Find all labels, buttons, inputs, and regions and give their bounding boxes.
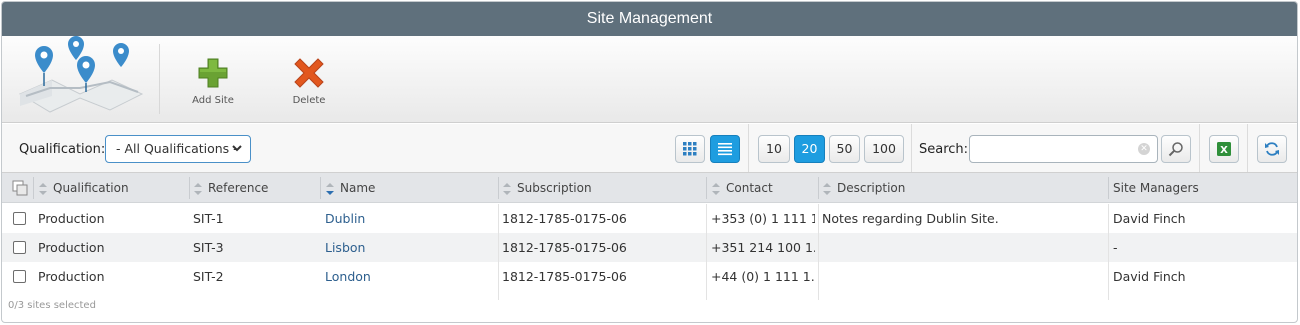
cell-subscription: 1812-1785-0175-06 <box>502 211 627 226</box>
cell-qualification: Production <box>38 269 105 284</box>
cell-qualification: Production <box>38 240 105 255</box>
column-header-description[interactable]: Description <box>822 173 905 203</box>
column-header-label: Reference <box>208 181 269 195</box>
header-divider <box>189 177 190 199</box>
column-header-site-managers: Site Managers <box>1113 173 1199 203</box>
header-divider <box>33 177 34 199</box>
cell-reference: SIT-3 <box>193 240 224 255</box>
column-header-label: Name <box>340 181 376 195</box>
row-checkbox[interactable] <box>13 241 26 254</box>
grid-view-button[interactable] <box>675 135 705 163</box>
filter-divider <box>748 124 749 172</box>
cell-site-managers: David Finch <box>1113 211 1186 226</box>
clear-search-icon[interactable]: ✕ <box>1138 143 1150 155</box>
column-divider <box>818 204 819 300</box>
search-button[interactable] <box>1161 135 1191 163</box>
search-input[interactable]: ✕ <box>969 135 1158 163</box>
window-title: Site Management <box>2 2 1297 36</box>
cell-site-managers: - <box>1113 240 1118 255</box>
refresh-icon <box>1265 142 1279 156</box>
qualification-select[interactable]: - All Qualifications - <box>105 135 251 163</box>
cell-name-link[interactable]: London <box>325 262 371 291</box>
cell-name-link[interactable]: Lisbon <box>325 233 365 262</box>
row-checkbox[interactable] <box>13 212 26 225</box>
sort-icon <box>194 182 202 195</box>
table-header: Qualification Reference Name Subscriptio… <box>2 173 1297 203</box>
sort-descending-icon <box>326 182 334 195</box>
column-header-qualification[interactable]: Qualification <box>38 173 129 203</box>
qualification-label: Qualification: <box>19 142 106 157</box>
filter-bar: Qualification: - All Qualifications - 10… <box>2 124 1297 173</box>
page-size-20-button[interactable]: 20 <box>794 135 825 163</box>
grid-view-icon <box>683 142 697 156</box>
header-divider <box>498 177 499 199</box>
svg-text:X: X <box>1220 145 1228 156</box>
x-icon <box>294 58 324 88</box>
cell-reference: SIT-1 <box>193 211 224 226</box>
column-divider <box>1108 204 1109 300</box>
map-pins-icon <box>18 36 144 113</box>
column-header-name[interactable]: Name <box>325 173 375 203</box>
add-site-button[interactable]: Add Site <box>178 56 248 111</box>
export-excel-button[interactable]: X <box>1209 135 1239 163</box>
table-row[interactable]: Production SIT-1 Dublin 1812-1785-0175-0… <box>2 204 1297 233</box>
toolbar: Add Site Delete <box>2 36 1297 123</box>
column-header-reference[interactable]: Reference <box>193 173 268 203</box>
refresh-button[interactable] <box>1257 135 1287 163</box>
table-row[interactable]: Production SIT-2 London 1812-1785-0175-0… <box>2 262 1297 291</box>
row-checkbox[interactable] <box>13 270 26 283</box>
sort-icon <box>503 182 511 195</box>
cell-contact: +353 (0) 1 111 1... <box>711 211 815 226</box>
column-divider <box>706 204 707 300</box>
cell-contact: +44 (0) 1 111 1... <box>711 269 815 284</box>
sort-icon <box>712 182 720 195</box>
cell-subscription: 1812-1785-0175-06 <box>502 240 627 255</box>
table-row[interactable]: Production SIT-3 Lisbon 1812-1785-0175-0… <box>2 233 1297 262</box>
add-site-label: Add Site <box>192 95 234 106</box>
page-size-10-button[interactable]: 10 <box>758 135 790 163</box>
header-divider <box>706 177 707 199</box>
cell-subscription: 1812-1785-0175-06 <box>502 269 627 284</box>
cell-contact: +351 214 100 1... <box>711 240 815 255</box>
filter-divider <box>911 124 912 172</box>
header-divider <box>818 177 819 199</box>
column-header-contact[interactable]: Contact <box>711 173 773 203</box>
sort-icon <box>823 182 831 195</box>
cell-site-managers: David Finch <box>1113 269 1186 284</box>
filter-divider <box>1247 124 1248 172</box>
column-header-label: Site Managers <box>1113 181 1199 195</box>
cell-name-link[interactable]: Dublin <box>325 204 365 233</box>
sort-icon <box>39 182 47 195</box>
cell-qualification: Production <box>38 211 105 226</box>
column-header-label: Qualification <box>53 181 129 195</box>
excel-icon: X <box>1217 142 1231 156</box>
column-divider <box>498 204 499 300</box>
chevron-down-icon <box>232 145 242 152</box>
selection-status: 0/3 sites selected <box>8 300 96 311</box>
delete-button[interactable]: Delete <box>274 56 344 111</box>
cell-description: Notes regarding Dublin Site. <box>822 211 999 226</box>
site-management-window: Site Management Add Site Delete Qualific… <box>1 1 1298 323</box>
magnifier-icon <box>1168 142 1183 157</box>
select-all-icon[interactable] <box>12 180 28 196</box>
page-size-50-button[interactable]: 50 <box>829 135 860 163</box>
header-divider <box>1108 177 1109 199</box>
qualification-select-value: - All Qualifications - <box>116 141 238 156</box>
plus-icon <box>198 58 228 88</box>
search-label: Search: <box>919 142 969 157</box>
cell-reference: SIT-2 <box>193 269 224 284</box>
column-header-subscription[interactable]: Subscription <box>502 173 592 203</box>
column-header-label: Contact <box>726 181 773 195</box>
header-divider <box>320 177 321 199</box>
filter-divider <box>1199 124 1200 172</box>
column-header-label: Subscription <box>517 181 592 195</box>
delete-label: Delete <box>292 95 326 106</box>
toolbar-divider <box>159 44 160 114</box>
column-header-label: Description <box>837 181 906 195</box>
list-view-button[interactable] <box>710 135 740 163</box>
list-view-icon <box>718 143 732 156</box>
page-size-100-button[interactable]: 100 <box>864 135 904 163</box>
